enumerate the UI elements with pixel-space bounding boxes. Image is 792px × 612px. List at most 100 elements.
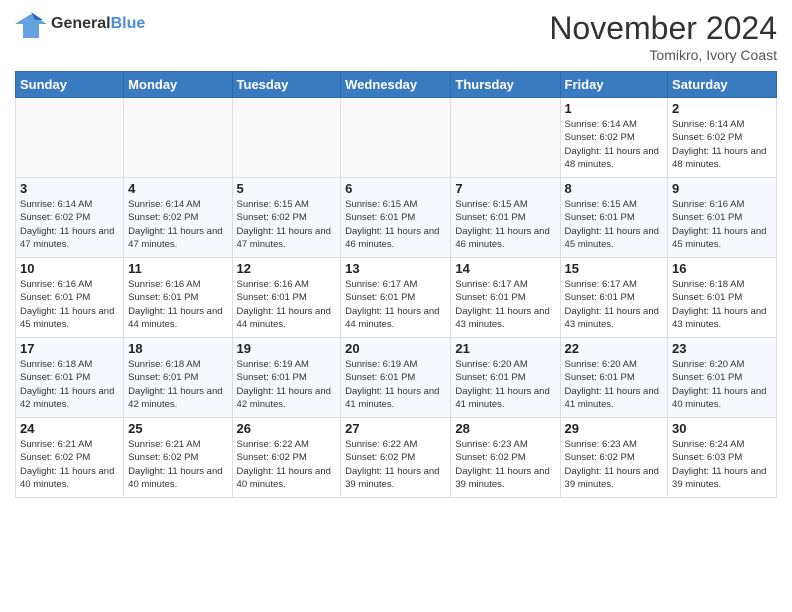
logo-text: GeneralBlue <box>51 15 145 33</box>
day-info: Sunrise: 6:15 AM Sunset: 6:01 PM Dayligh… <box>565 198 664 251</box>
day-number: 6 <box>345 181 446 196</box>
calendar-week-3: 10 Sunrise: 6:16 AM Sunset: 6:01 PM Dayli… <box>16 258 777 338</box>
day-number: 8 <box>565 181 664 196</box>
logo-general: General <box>51 15 111 32</box>
day-info: Sunrise: 6:18 AM Sunset: 6:01 PM Dayligh… <box>20 358 119 411</box>
calendar-cell: 23Sunrise: 6:20 AM Sunset: 6:01 PM Dayli… <box>668 338 777 418</box>
header: GeneralBlue November 2024 Tomikro, Ivory… <box>15 10 777 63</box>
day-info: Sunrise: 6:15 AM Sunset: 6:02 PM Dayligh… <box>237 198 337 251</box>
day-number: 4 <box>128 181 227 196</box>
day-info: Sunrise: 6:20 AM Sunset: 6:01 PM Dayligh… <box>455 358 555 411</box>
day-number: 12 <box>237 261 337 276</box>
calendar-cell: 18 Sunrise: 6:18 AM Sunset: 6:01 PM Dayli… <box>124 338 232 418</box>
calendar-cell: 20 Sunrise: 6:19 AM Sunset: 6:01 PM Dayli… <box>341 338 451 418</box>
day-info: Sunrise: 6:22 AM Sunset: 6:02 PM Dayligh… <box>237 438 337 491</box>
title-section: November 2024 Tomikro, Ivory Coast <box>549 10 777 63</box>
day-info: Sunrise: 6:18 AM Sunset: 6:01 PM Dayligh… <box>672 278 772 331</box>
day-number: 18 <box>128 341 227 356</box>
calendar-cell <box>341 98 451 178</box>
day-number: 3 <box>20 181 119 196</box>
day-info: Sunrise: 6:16 AM Sunset: 6:01 PM Dayligh… <box>672 198 772 251</box>
calendar-cell: 27Sunrise: 6:22 AM Sunset: 6:02 PM Dayli… <box>341 418 451 498</box>
day-info: Sunrise: 6:19 AM Sunset: 6:01 PM Dayligh… <box>345 358 446 411</box>
day-number: 28 <box>455 421 555 436</box>
day-number: 20 <box>345 341 446 356</box>
day-number: 30 <box>672 421 772 436</box>
day-number: 19 <box>237 341 337 356</box>
day-number: 15 <box>565 261 664 276</box>
day-number: 23 <box>672 341 772 356</box>
day-number: 7 <box>455 181 555 196</box>
location: Tomikro, Ivory Coast <box>549 47 777 63</box>
logo-bird-icon <box>15 10 47 38</box>
calendar-cell: 4 Sunrise: 6:14 AM Sunset: 6:02 PM Daylig… <box>124 178 232 258</box>
calendar-cell: 2 Sunrise: 6:14 AM Sunset: 6:02 PM Daylig… <box>668 98 777 178</box>
calendar-cell: 24Sunrise: 6:21 AM Sunset: 6:02 PM Dayli… <box>16 418 124 498</box>
day-number: 10 <box>20 261 119 276</box>
calendar-cell: 19 Sunrise: 6:19 AM Sunset: 6:01 PM Dayli… <box>232 338 341 418</box>
calendar-week-4: 17 Sunrise: 6:18 AM Sunset: 6:01 PM Dayli… <box>16 338 777 418</box>
calendar-cell <box>124 98 232 178</box>
calendar-week-1: 1Sunrise: 6:14 AM Sunset: 6:02 PM Daylig… <box>16 98 777 178</box>
day-number: 13 <box>345 261 446 276</box>
calendar-cell: 9Sunrise: 6:16 AM Sunset: 6:01 PM Daylig… <box>668 178 777 258</box>
calendar-cell: 22Sunrise: 6:20 AM Sunset: 6:01 PM Dayli… <box>560 338 668 418</box>
day-info: Sunrise: 6:14 AM Sunset: 6:02 PM Dayligh… <box>20 198 119 251</box>
day-number: 24 <box>20 421 119 436</box>
calendar-cell: 14Sunrise: 6:17 AM Sunset: 6:01 PM Dayli… <box>451 258 560 338</box>
day-number: 17 <box>20 341 119 356</box>
day-info: Sunrise: 6:14 AM Sunset: 6:02 PM Dayligh… <box>128 198 227 251</box>
col-thursday: Thursday <box>451 72 560 98</box>
calendar-cell: 13Sunrise: 6:17 AM Sunset: 6:01 PM Dayli… <box>341 258 451 338</box>
calendar-cell: 12 Sunrise: 6:16 AM Sunset: 6:01 PM Dayli… <box>232 258 341 338</box>
calendar-cell: 29 Sunrise: 6:23 AM Sunset: 6:02 PM Dayli… <box>560 418 668 498</box>
day-info: Sunrise: 6:23 AM Sunset: 6:02 PM Dayligh… <box>565 438 664 491</box>
calendar-cell: 25 Sunrise: 6:21 AM Sunset: 6:02 PM Dayli… <box>124 418 232 498</box>
col-friday: Friday <box>560 72 668 98</box>
col-saturday: Saturday <box>668 72 777 98</box>
calendar-cell: 8 Sunrise: 6:15 AM Sunset: 6:01 PM Daylig… <box>560 178 668 258</box>
day-number: 2 <box>672 101 772 116</box>
day-info: Sunrise: 6:15 AM Sunset: 6:01 PM Dayligh… <box>345 198 446 251</box>
day-info: Sunrise: 6:24 AM Sunset: 6:03 PM Dayligh… <box>672 438 772 491</box>
day-number: 22 <box>565 341 664 356</box>
logo: GeneralBlue <box>15 10 145 38</box>
day-info: Sunrise: 6:15 AM Sunset: 6:01 PM Dayligh… <box>455 198 555 251</box>
day-number: 5 <box>237 181 337 196</box>
day-info: Sunrise: 6:18 AM Sunset: 6:01 PM Dayligh… <box>128 358 227 411</box>
calendar-header-row: Sunday Monday Tuesday Wednesday Thursday… <box>16 72 777 98</box>
day-number: 27 <box>345 421 446 436</box>
calendar-cell: 6 Sunrise: 6:15 AM Sunset: 6:01 PM Daylig… <box>341 178 451 258</box>
calendar-cell: 3 Sunrise: 6:14 AM Sunset: 6:02 PM Daylig… <box>16 178 124 258</box>
day-info: Sunrise: 6:14 AM Sunset: 6:02 PM Dayligh… <box>672 118 772 171</box>
col-wednesday: Wednesday <box>341 72 451 98</box>
calendar-cell: 5 Sunrise: 6:15 AM Sunset: 6:02 PM Daylig… <box>232 178 341 258</box>
col-tuesday: Tuesday <box>232 72 341 98</box>
calendar-cell: 21Sunrise: 6:20 AM Sunset: 6:01 PM Dayli… <box>451 338 560 418</box>
calendar-cell: 15 Sunrise: 6:17 AM Sunset: 6:01 PM Dayli… <box>560 258 668 338</box>
calendar-cell: 30 Sunrise: 6:24 AM Sunset: 6:03 PM Dayli… <box>668 418 777 498</box>
calendar-cell: 11Sunrise: 6:16 AM Sunset: 6:01 PM Dayli… <box>124 258 232 338</box>
calendar-cell <box>451 98 560 178</box>
day-info: Sunrise: 6:16 AM Sunset: 6:01 PM Dayligh… <box>237 278 337 331</box>
calendar: Sunday Monday Tuesday Wednesday Thursday… <box>15 71 777 498</box>
day-number: 25 <box>128 421 227 436</box>
calendar-cell: 17 Sunrise: 6:18 AM Sunset: 6:01 PM Dayli… <box>16 338 124 418</box>
day-info: Sunrise: 6:23 AM Sunset: 6:02 PM Dayligh… <box>455 438 555 491</box>
day-info: Sunrise: 6:19 AM Sunset: 6:01 PM Dayligh… <box>237 358 337 411</box>
calendar-cell: 26Sunrise: 6:22 AM Sunset: 6:02 PM Dayli… <box>232 418 341 498</box>
day-info: Sunrise: 6:16 AM Sunset: 6:01 PM Dayligh… <box>20 278 119 331</box>
day-info: Sunrise: 6:14 AM Sunset: 6:02 PM Dayligh… <box>565 118 664 171</box>
col-sunday: Sunday <box>16 72 124 98</box>
calendar-week-5: 24 Sunrise: 6:21 AM Sunset: 6:02 PM Dayli… <box>16 418 777 498</box>
day-number: 11 <box>128 261 227 276</box>
day-number: 29 <box>565 421 664 436</box>
day-info: Sunrise: 6:21 AM Sunset: 6:02 PM Dayligh… <box>128 438 227 491</box>
day-info: Sunrise: 6:17 AM Sunset: 6:01 PM Dayligh… <box>455 278 555 331</box>
day-info: Sunrise: 6:17 AM Sunset: 6:01 PM Dayligh… <box>565 278 664 331</box>
calendar-cell: 7 Sunrise: 6:15 AM Sunset: 6:01 PM Daylig… <box>451 178 560 258</box>
calendar-cell: 16Sunrise: 6:18 AM Sunset: 6:01 PM Dayli… <box>668 258 777 338</box>
page: GeneralBlue November 2024 Tomikro, Ivory… <box>0 0 792 612</box>
calendar-week-2: 3 Sunrise: 6:14 AM Sunset: 6:02 PM Daylig… <box>16 178 777 258</box>
calendar-cell: 10 Sunrise: 6:16 AM Sunset: 6:01 PM Dayli… <box>16 258 124 338</box>
